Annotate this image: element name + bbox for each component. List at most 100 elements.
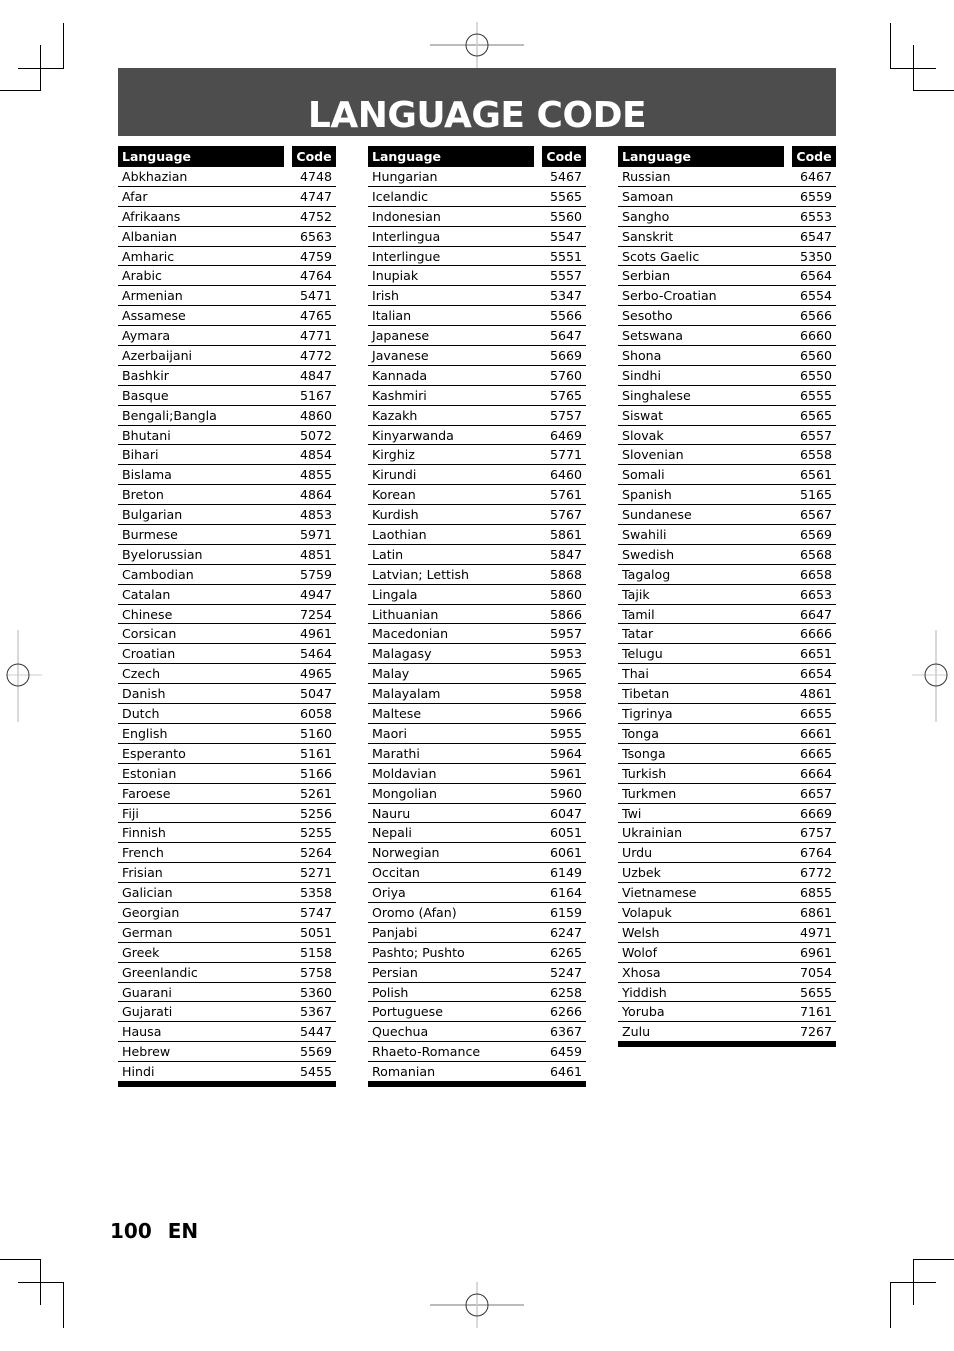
table-row: Turkmen 6657 — [618, 784, 836, 804]
language-name: Nepali — [372, 825, 412, 841]
table-row: Cambodian 5759 — [118, 565, 336, 585]
language-name: Oriya — [372, 885, 406, 901]
language-name: Yoruba — [622, 1004, 665, 1020]
table-row: Arabic 4764 — [118, 266, 336, 287]
language-name: Hindi — [122, 1064, 155, 1080]
table-row: Hebrew 5569 — [118, 1042, 336, 1063]
language-name: Latvian; Lettish — [372, 566, 470, 582]
table-row: Samoan 6559 — [618, 187, 836, 207]
language-code: 5565 — [549, 188, 582, 204]
table-row: Latvian; Lettish 5868 — [368, 565, 586, 585]
table-row: Welsh 4971 — [618, 923, 836, 943]
language-name: Abkhazian — [122, 169, 188, 184]
language-name: Slovenian — [622, 447, 684, 463]
table-row: Swahili 6569 — [618, 525, 836, 545]
language-name: Korean — [372, 487, 416, 503]
language-name: Serbian — [622, 268, 671, 284]
language-code: 7161 — [799, 1004, 832, 1020]
language-code: 6661 — [799, 725, 832, 741]
table-row: Bihari 4854 — [118, 445, 336, 466]
language-code: 6568 — [799, 546, 832, 562]
language-code: 5757 — [549, 407, 582, 423]
language-code: 5467 — [549, 169, 582, 184]
table-row: Tamil 6647 — [618, 605, 836, 625]
language-name: Malayalam — [372, 686, 441, 702]
language-name: Turkmen — [622, 785, 677, 801]
table-row: Japanese 5647 — [368, 326, 586, 347]
table-row: Shona 6560 — [618, 346, 836, 366]
language-code: 5261 — [299, 785, 332, 801]
language-code: 6051 — [549, 825, 582, 841]
language-code: 5072 — [299, 427, 332, 443]
language-code: 5760 — [549, 367, 582, 383]
language-name: Chinese — [122, 606, 173, 622]
language-name: Sesotho — [622, 308, 673, 324]
language-name: Interlingua — [372, 228, 441, 244]
language-name: Pashto; Pushto — [372, 944, 465, 960]
language-code: 6772 — [799, 865, 832, 881]
language-name: Galician — [122, 885, 173, 901]
table-row: Afar 4747 — [118, 187, 336, 207]
language-code: 5767 — [549, 507, 582, 523]
table-row: English 5160 — [118, 724, 336, 744]
table-end-rule — [118, 1081, 336, 1087]
table-row: Kannada 5760 — [368, 366, 586, 386]
table-row: Estonian 5166 — [118, 764, 336, 784]
table-row: Faroese 5261 — [118, 784, 336, 804]
table-row: Mongolian 5960 — [368, 784, 586, 804]
language-name: Esperanto — [122, 745, 186, 761]
language-name: Swahili — [622, 527, 667, 543]
title-banner: LANGUAGE CODE — [118, 68, 836, 136]
language-name: Burmese — [122, 527, 178, 543]
language-name: Macedonian — [372, 626, 449, 642]
table-row: Ukrainian 6757 — [618, 823, 836, 844]
table-row: Sanskrit 6547 — [618, 227, 836, 247]
language-name: Malagasy — [372, 646, 432, 662]
language-name: Italian — [372, 308, 412, 324]
table-row: Kashmiri 5765 — [368, 386, 586, 406]
page-title: LANGUAGE CODE — [307, 95, 647, 136]
language-code: 4772 — [299, 348, 332, 364]
table-row: Volapuk 6861 — [618, 903, 836, 923]
language-code: 4864 — [299, 487, 332, 503]
language-name: Afar — [122, 188, 148, 204]
language-name: French — [122, 845, 164, 861]
language-code: 5765 — [549, 387, 582, 403]
language-code: 5669 — [549, 348, 582, 364]
language-code: 6764 — [799, 845, 832, 861]
table-row: Setswana 6660 — [618, 326, 836, 347]
table-row: Armenian 5471 — [118, 286, 336, 307]
language-name: Romanian — [372, 1064, 436, 1080]
language-code: 5759 — [299, 566, 332, 582]
language-code: 6651 — [799, 646, 832, 662]
table-row: Galician 5358 — [118, 883, 336, 903]
language-code: 5961 — [549, 765, 582, 781]
language-name: Oromo (Afan) — [372, 904, 457, 920]
table-row: Sangho 6553 — [618, 207, 836, 227]
language-code: 5247 — [549, 964, 582, 980]
language-name: Finnish — [122, 825, 166, 841]
table-row: Marathi 5964 — [368, 744, 586, 764]
table-row: Korean 5761 — [368, 485, 586, 506]
table-body: Abkhazian 4748 Afar 4747 Afrikaans 4752 Albani… — [118, 167, 336, 1082]
language-table-column-3: Language Code Russian 6467 Samoan 6559 Sangh… — [618, 146, 836, 1048]
table-row: Aymara 4771 — [118, 326, 336, 347]
registration-mark-right — [912, 630, 948, 722]
language-code: 6459 — [549, 1044, 582, 1060]
table-row: Russian 6467 — [618, 167, 836, 187]
language-name: Bislama — [122, 467, 172, 483]
language-name: Catalan — [122, 586, 171, 602]
language-name: Nauru — [372, 805, 411, 821]
language-code: 6669 — [799, 805, 832, 821]
language-name: Volapuk — [622, 904, 672, 920]
language-name: Kirghiz — [372, 447, 415, 463]
table-header: Language Code — [368, 146, 586, 167]
table-row: Icelandic 5565 — [368, 187, 586, 207]
language-code: 5847 — [549, 546, 582, 562]
table-row: Maltese 5966 — [368, 704, 586, 724]
table-row: Hindi 5455 — [118, 1062, 336, 1082]
language-code: 5455 — [299, 1064, 332, 1080]
language-name: Twi — [622, 805, 642, 821]
page-number: 100 — [110, 1219, 152, 1243]
language-table-column-1: Language Code Abkhazian 4748 Afar 4747 Afrik… — [118, 146, 336, 1087]
